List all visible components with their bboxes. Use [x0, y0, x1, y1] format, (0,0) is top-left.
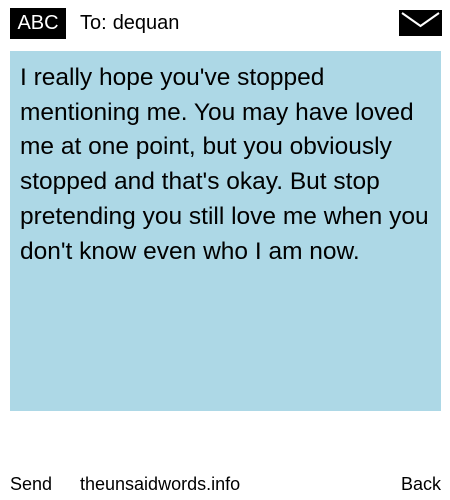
- abc-badge: ABC: [10, 8, 66, 39]
- to-prefix: To:: [80, 12, 107, 34]
- message-body[interactable]: I really hope you've stopped mentioning …: [10, 51, 441, 411]
- message-text: I really hope you've stopped mentioning …: [20, 64, 429, 265]
- back-button[interactable]: Back: [401, 470, 441, 498]
- recipient-name: dequan: [112, 12, 180, 34]
- site-name: theunsaidwords.info: [80, 474, 241, 494]
- recipient-line: To: dequan: [80, 8, 179, 39]
- footer-bar: Send theunsaidwords.info Back: [0, 470, 450, 498]
- send-button[interactable]: Send: [10, 470, 52, 498]
- message-header: ABC To: dequan: [0, 0, 450, 46]
- envelope-icon[interactable]: [399, 10, 442, 36]
